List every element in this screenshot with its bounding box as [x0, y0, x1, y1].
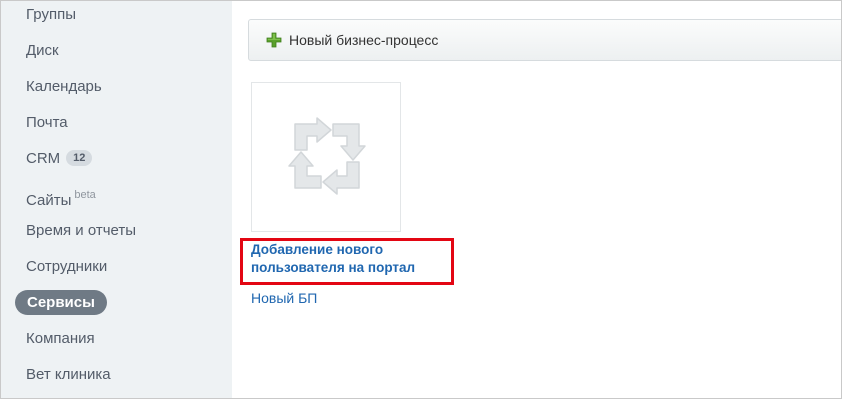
sidebar-item-disk[interactable]: Диск	[26, 41, 59, 61]
toolbar: Новый бизнес-процесс	[248, 19, 841, 61]
new-bp-link[interactable]: Новый БП	[251, 289, 317, 307]
counter-badge: 12	[66, 150, 93, 166]
sidebar-item-mail[interactable]: Почта	[26, 113, 68, 133]
sidebar-item-label: Сайты	[26, 192, 72, 209]
left-sidebar: Группы Диск Календарь Почта CRM 12 Сайты b…	[1, 1, 232, 398]
new-business-process-button[interactable]: Новый бизнес-процесс	[266, 31, 438, 49]
sidebar-item-calendar[interactable]: Календарь	[26, 77, 102, 97]
sidebar-item-services[interactable]: Сервисы	[15, 290, 107, 315]
main-content: Новый бизнес-процесс Добавление нового п…	[232, 1, 841, 398]
recycle-arrows-icon	[288, 117, 366, 195]
plus-icon	[266, 32, 282, 48]
sidebar-item-vet-clinic[interactable]: Вет клиника	[26, 365, 111, 385]
sidebar-item-groups[interactable]: Группы	[26, 5, 76, 25]
sidebar-item-employees[interactable]: Сотрудники	[26, 257, 107, 277]
sidebar-item-company[interactable]: Компания	[26, 329, 95, 349]
sidebar-item-label: CRM	[26, 150, 61, 167]
sidebar-item-crm[interactable]: CRM 12	[26, 149, 93, 169]
sidebar-item-time-reports[interactable]: Время и отчеты	[26, 221, 136, 241]
business-process-thumbnail[interactable]	[251, 82, 401, 232]
new-business-process-label: Новый бизнес-процесс	[289, 32, 439, 48]
app-window: Группы Диск Календарь Почта CRM 12 Сайты b…	[0, 0, 842, 399]
beta-badge: beta	[74, 189, 96, 201]
business-process-title-link[interactable]: Добавление нового пользователя на портал	[251, 241, 451, 277]
sidebar-item-sites[interactable]: Сайты beta	[26, 185, 96, 209]
